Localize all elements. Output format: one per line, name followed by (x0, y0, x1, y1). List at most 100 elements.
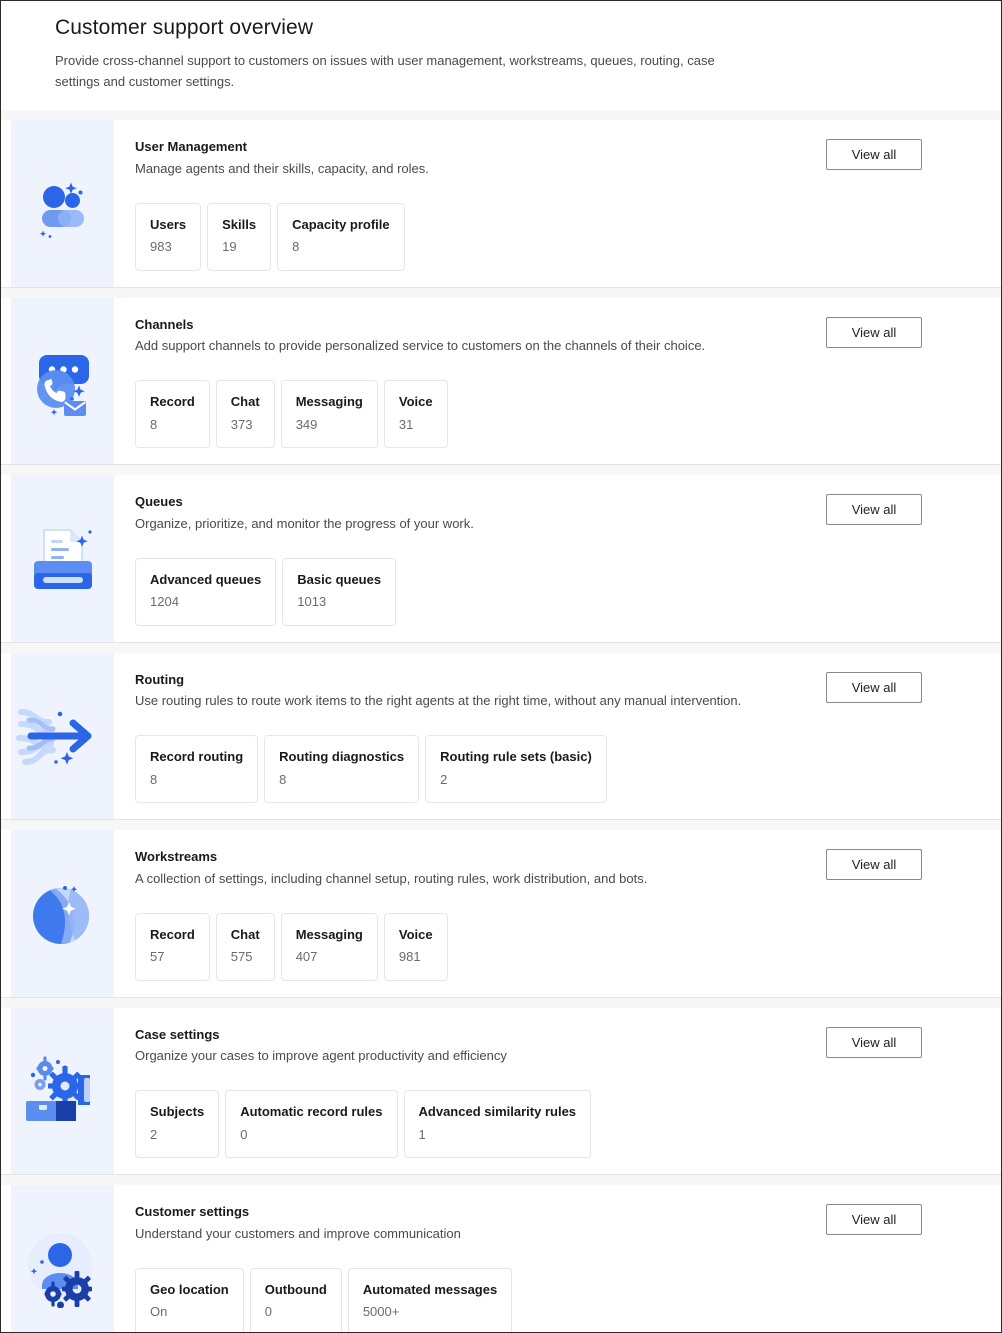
card-title: Workstreams (135, 849, 218, 865)
stat-tile-label: Automatic record rules (240, 1104, 383, 1120)
stat-tile[interactable]: Users 983 (135, 202, 202, 271)
view-all-button[interactable]: View all (826, 671, 922, 703)
card-wrapper: Routing Use routing rules to route work i… (1, 642, 1001, 821)
person-gears-icon (20, 1228, 106, 1309)
overview-card-customer-settings: Customer settings Understand your custome… (1, 1185, 1001, 1332)
overview-card-channels: Channels Add support channels to provide … (1, 297, 1001, 466)
stat-tile[interactable]: Voice 31 (383, 380, 448, 449)
card-texts: Channels Add support channels to provide … (135, 316, 808, 356)
stat-tile[interactable]: Chat 575 (215, 912, 275, 981)
view-all-button[interactable]: View all (826, 316, 922, 348)
card-body: Channels Add support channels to provide … (114, 298, 1001, 464)
stat-tile-label: Routing rule sets (basic) (440, 749, 592, 765)
card-description: Use routing rules to route work items to… (135, 693, 742, 709)
stat-tile[interactable]: Automated messages 5000+ (347, 1267, 513, 1332)
card-texts: Customer settings Understand your custome… (135, 1203, 808, 1243)
stat-tile[interactable]: Automatic record rules 0 (225, 1090, 398, 1159)
stat-tile[interactable]: Voice 981 (383, 912, 448, 981)
stat-tile-label: Record (150, 926, 195, 942)
stat-tile-label: Outbound (264, 1281, 327, 1297)
stat-tile[interactable]: Skills 19 (207, 202, 272, 271)
stat-tile-label: Messaging (295, 394, 363, 410)
stat-tile-value: 31 (398, 416, 414, 432)
stat-tile-label: Geo location (150, 1281, 229, 1297)
stat-tile-value: 1 (418, 1126, 426, 1142)
stat-tile[interactable]: Routing rule sets (basic) 2 (425, 735, 607, 804)
card-texts: Routing Use routing rules to route work i… (135, 671, 808, 711)
stat-tile-value: 8 (150, 416, 158, 432)
page-header: Customer support overview Provide cross-… (1, 1, 1001, 111)
stat-tile[interactable]: Outbound 0 (249, 1267, 342, 1332)
stat-tile[interactable]: Messaging 407 (280, 912, 378, 981)
stat-tile-value: 0 (240, 1126, 248, 1142)
stat-tile[interactable]: Basic queues 1013 (282, 557, 397, 626)
card-icon-panel (11, 652, 114, 820)
stat-tile-value: 575 (230, 949, 253, 965)
view-all-button[interactable]: View all (826, 494, 922, 526)
card-heading-row: Workstreams A collection of settings, inc… (135, 848, 985, 888)
view-all-button[interactable]: View all (826, 139, 922, 171)
stat-tile-value: 57 (150, 949, 165, 965)
card-texts: Workstreams A collection of settings, inc… (135, 848, 808, 888)
card-heading-row: Queues Organize, prioritize, and monitor … (135, 493, 985, 533)
card-title: Queues (135, 494, 183, 510)
stat-tile-label: Chat (230, 926, 260, 942)
card-icon-panel (11, 830, 114, 997)
overview-card-routing: Routing Use routing rules to route work i… (1, 652, 1001, 821)
stat-tile-value: 8 (279, 771, 287, 787)
stat-tile[interactable]: Record 8 (135, 380, 210, 449)
card-description: Manage agents and their skills, capacity… (135, 160, 429, 176)
stat-tile-value: 373 (230, 416, 253, 432)
stat-tile-value: 349 (295, 416, 318, 432)
card-texts: Queues Organize, prioritize, and monitor … (135, 493, 808, 533)
view-all-button[interactable]: View all (826, 1026, 922, 1058)
stat-tile[interactable]: Advanced similarity rules 1 (403, 1090, 592, 1159)
card-description: Organize your cases to improve agent pro… (135, 1048, 507, 1064)
stat-tile[interactable]: Routing diagnostics 8 (264, 735, 420, 804)
stat-tile-value: 1013 (297, 594, 327, 610)
stat-tile-label: Voice (398, 394, 433, 410)
stat-tile-row: Advanced queues 1204 Basic queues 1013 (135, 557, 985, 626)
card-wrapper: Case settings Organize your cases to impr… (1, 997, 1001, 1176)
card-wrapper: Customer settings Understand your custome… (1, 1175, 1001, 1332)
stat-tile-row: Record 8 Chat 373 Messaging 349 Voice 31 (135, 380, 985, 449)
card-heading-row: User Management Manage agents and their s… (135, 138, 985, 178)
arrow-flow-icon (15, 698, 111, 774)
card-icon-panel (11, 1007, 114, 1175)
stat-tile-row: Record routing 8 Routing diagnostics 8 Routi… (135, 735, 985, 804)
view-all-button[interactable]: View all (826, 849, 922, 881)
stat-tile[interactable]: Messaging 349 (280, 380, 378, 449)
card-icon-panel (11, 120, 114, 287)
stat-tile-value: 407 (295, 949, 318, 965)
stat-tile-value: On (150, 1304, 168, 1320)
sphere-icon (25, 876, 101, 952)
stat-tile-row: Users 983 Skills 19 Capacity profile 8 (135, 202, 985, 271)
stat-tile-value: 5000+ (362, 1304, 400, 1320)
view-all-button[interactable]: View all (826, 1204, 922, 1236)
card-body: Case settings Organize your cases to impr… (114, 1008, 1001, 1174)
stat-tile[interactable]: Advanced queues 1204 (135, 557, 277, 626)
card-description: Understand your customers and improve co… (135, 1225, 461, 1241)
stat-tile[interactable]: Record routing 8 (135, 735, 259, 804)
card-wrapper: Queues Organize, prioritize, and monitor … (1, 465, 1001, 643)
stat-tile-label: Advanced similarity rules (418, 1104, 577, 1120)
stat-tile[interactable]: Subjects 2 (135, 1090, 220, 1159)
overview-card-case-settings: Case settings Organize your cases to impr… (1, 1007, 1001, 1176)
card-wrapper: Channels Add support channels to provide … (1, 287, 1001, 466)
stat-tile[interactable]: Geo location On (135, 1267, 244, 1332)
stat-tile[interactable]: Capacity profile 8 (277, 202, 405, 271)
stat-tile-label: Users (150, 216, 187, 232)
overview-card-list: User Management Manage agents and their s… (1, 110, 1001, 1332)
stat-tile[interactable]: Record 57 (135, 912, 210, 981)
overview-card-queues: Queues Organize, prioritize, and monitor … (1, 475, 1001, 643)
page-subtitle: Provide cross-channel support to custome… (55, 53, 715, 90)
stat-tile[interactable]: Chat 373 (215, 380, 275, 449)
card-description: A collection of settings, including chan… (135, 870, 648, 886)
card-body: Workstreams A collection of settings, inc… (114, 830, 1001, 996)
overview-card-workstreams: Workstreams A collection of settings, inc… (1, 830, 1001, 998)
briefcase-gears-icon (18, 1053, 108, 1129)
card-texts: Case settings Organize your cases to impr… (135, 1026, 808, 1066)
stat-tile-label: Routing diagnostics (279, 749, 405, 765)
card-body: Customer settings Understand your custome… (114, 1185, 1001, 1332)
stat-tile-row: Record 57 Chat 575 Messaging 407 Voice 981 (135, 912, 985, 981)
